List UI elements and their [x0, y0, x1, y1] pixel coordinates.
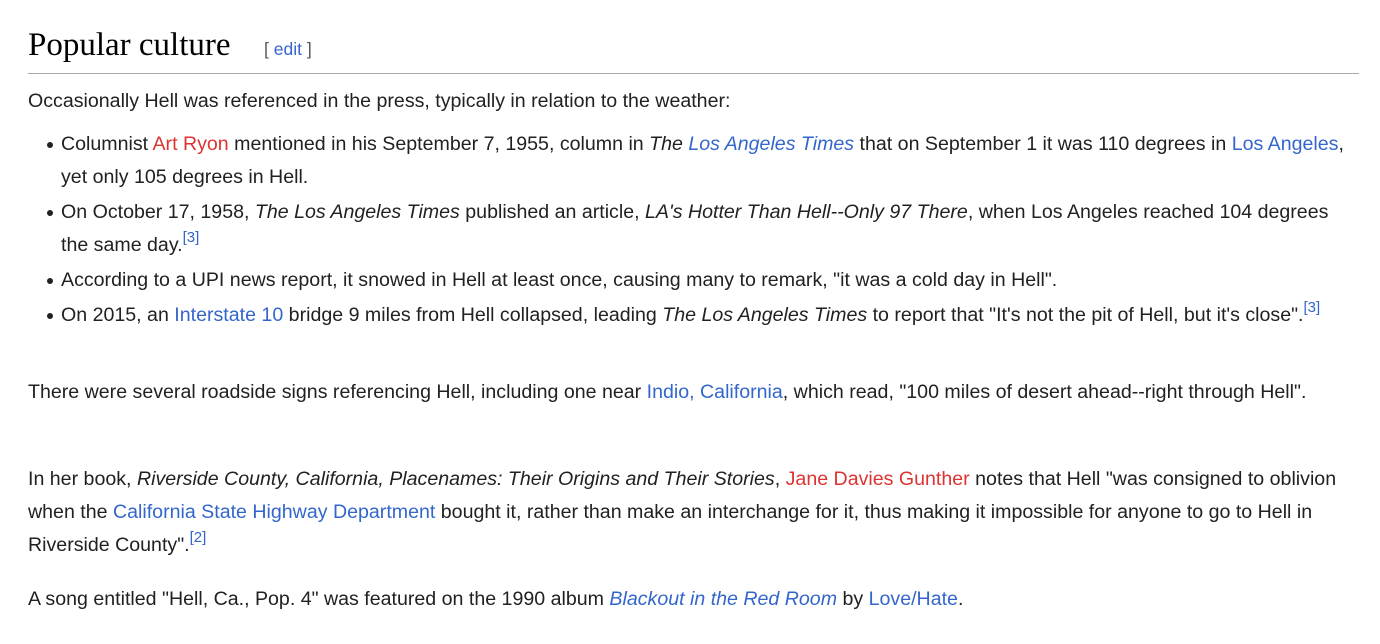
text-span: Columnist — [61, 133, 153, 155]
link-california-state-highway-department[interactable]: California State Highway Department — [113, 501, 435, 523]
text-span: to report that "It's not the pit of Hell… — [867, 304, 1304, 326]
text-span: In her book, — [28, 468, 137, 490]
link-indio-california[interactable]: Indio, California — [647, 381, 783, 403]
reference-link[interactable]: [3] — [1304, 299, 1321, 316]
bullet-icon — [47, 142, 53, 148]
link-los-angeles-times[interactable]: Los Angeles Times — [688, 133, 854, 155]
link-los-angeles[interactable]: Los Angeles — [1232, 133, 1339, 155]
section-title: Popular culture — [28, 27, 231, 63]
link-art-ryon[interactable]: Art Ryon — [152, 133, 228, 155]
bullet-icon — [47, 278, 53, 284]
text-span: published an article, — [459, 201, 645, 223]
italic-newspaper-title: The Los Angeles Times — [662, 304, 868, 326]
text-span: There were several roadside signs refere… — [28, 381, 647, 403]
bullet-icon — [47, 313, 53, 319]
text-span: According to a UPI news report, it snowe… — [61, 269, 1058, 291]
book-paragraph: In her book, Riverside County, Californi… — [28, 463, 1359, 562]
text-span: A song entitled "Hell, Ca., Pop. 4" was … — [28, 588, 610, 610]
text-span: . — [957, 588, 964, 610]
bullet-icon — [47, 210, 53, 216]
list-item: On 2015, an Interstate 10 bridge 9 miles… — [28, 299, 1359, 332]
section-heading: Popular culture [ edit ] — [28, 24, 1359, 74]
reference-link[interactable]: [3] — [183, 229, 200, 246]
roadside-signs-paragraph: There were several roadside signs refere… — [28, 376, 1359, 409]
edit-section: [ edit ] — [264, 36, 312, 62]
intro-paragraph: Occasionally Hell was referenced in the … — [28, 90, 731, 112]
weather-reference-list: Columnist Art Ryon mentioned in his Sept… — [28, 128, 1359, 334]
song-paragraph: A song entitled "Hell, Ca., Pop. 4" was … — [28, 583, 1359, 616]
italic-newspaper-title: The Los Angeles Times — [254, 201, 460, 223]
text-span: bridge 9 miles from Hell collapsed, lead… — [283, 304, 663, 326]
text-span: , — [774, 468, 786, 490]
reference-link[interactable]: [2] — [190, 529, 207, 546]
link-interstate-10[interactable]: Interstate 10 — [174, 304, 283, 326]
list-item: On October 17, 1958, The Los Angeles Tim… — [28, 196, 1359, 262]
text-span: On 2015, an — [61, 304, 175, 326]
list-item: Columnist Art Ryon mentioned in his Sept… — [28, 128, 1359, 194]
text-span: , which read, "100 miles of desert ahead… — [782, 381, 1307, 403]
italic-article-title: LA's Hotter Than Hell--Only 97 There — [645, 201, 968, 223]
edit-bracket-open: [ — [264, 39, 269, 59]
link-blackout-in-the-red-room[interactable]: Blackout in the Red Room — [609, 588, 837, 610]
italic-the: The — [649, 133, 683, 155]
text-span: by — [837, 588, 869, 610]
text-span: mentioned in his September 7, 1955, colu… — [228, 133, 650, 155]
edit-bracket-close: ] — [306, 39, 312, 59]
italic-book-title: Riverside County, California, Placenames… — [136, 468, 775, 490]
link-jane-davies-gunther[interactable]: Jane Davies Gunther — [786, 468, 970, 490]
edit-link[interactable]: edit — [274, 39, 302, 59]
text-span: that on September 1 it was 110 degrees i… — [854, 133, 1232, 155]
link-love-hate[interactable]: Love/Hate — [869, 588, 958, 610]
text-span: On October 17, 1958, — [61, 201, 255, 223]
list-item: According to a UPI news report, it snowe… — [28, 264, 1359, 297]
